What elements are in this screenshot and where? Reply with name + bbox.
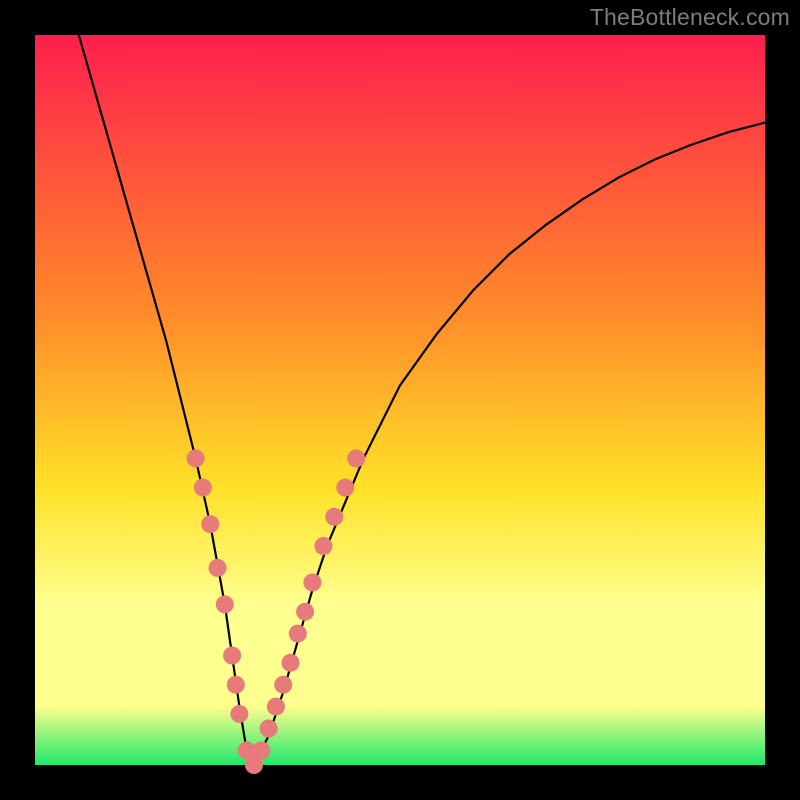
curve-markers — [187, 449, 366, 774]
marker-dot — [230, 705, 248, 723]
marker-dot — [267, 698, 285, 716]
marker-dot — [216, 595, 234, 613]
marker-dot — [252, 741, 270, 759]
marker-dot — [194, 479, 212, 497]
marker-dot — [314, 537, 332, 555]
marker-dot — [227, 676, 245, 694]
marker-dot — [187, 449, 205, 467]
marker-dot — [347, 449, 365, 467]
marker-dot — [223, 647, 241, 665]
marker-dot — [325, 508, 343, 526]
curve-layer — [35, 35, 765, 765]
marker-dot — [209, 559, 227, 577]
marker-dot — [282, 654, 300, 672]
bottleneck-curve — [79, 35, 765, 765]
watermark-text: TheBottleneck.com — [590, 4, 790, 31]
marker-dot — [303, 574, 321, 592]
marker-dot — [201, 515, 219, 533]
marker-dot — [260, 720, 278, 738]
chart-frame: TheBottleneck.com — [0, 0, 800, 800]
marker-dot — [274, 676, 292, 694]
marker-dot — [336, 479, 354, 497]
marker-dot — [289, 625, 307, 643]
marker-dot — [296, 603, 314, 621]
plot-area — [35, 35, 765, 765]
